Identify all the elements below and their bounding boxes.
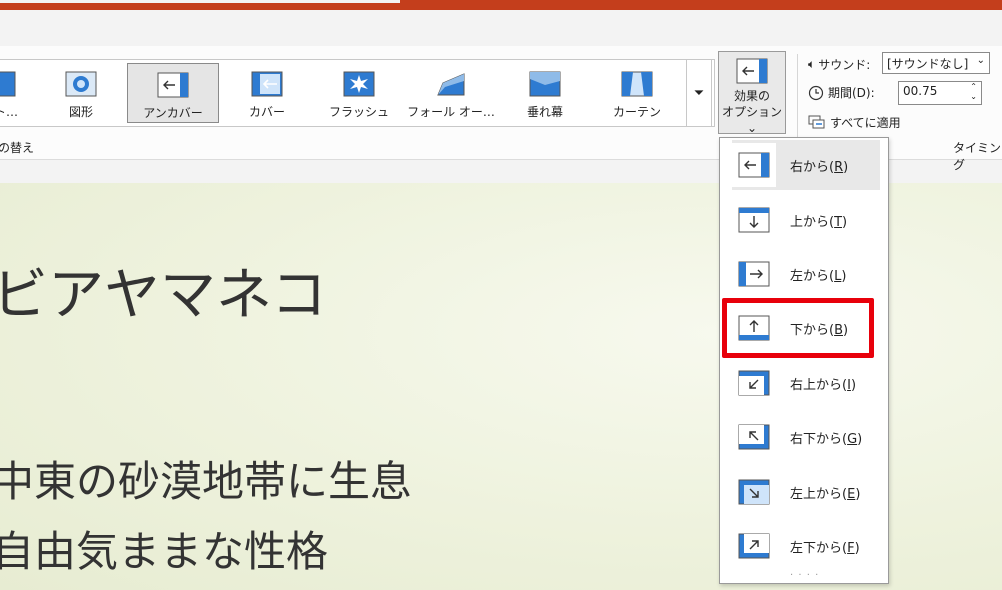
- menu-icon-wrap: [732, 415, 776, 459]
- duration-row: 期間(D):: [808, 84, 875, 101]
- sound-label: サウンド:: [818, 58, 871, 72]
- transition-label: カバー: [248, 105, 285, 119]
- menu-item-from-top[interactable]: 上から(T): [732, 195, 880, 245]
- menu-label-text: 右から: [790, 159, 830, 175]
- menu-label-text: 右下から: [790, 431, 843, 447]
- effect-options-menu: 右から(R) 上から(T) 左から(L) 下から(B) 右上から(I) 右下から…: [719, 137, 889, 584]
- from-bottom-right-icon: [738, 424, 770, 450]
- speaker-icon: 🔈︎: [808, 57, 816, 71]
- from-top-left-icon: [738, 479, 770, 505]
- menu-icon-wrap: [732, 470, 776, 514]
- menu-item-label: 上から(T): [790, 214, 848, 230]
- gallery-more-button[interactable]: ⏷: [686, 59, 712, 127]
- menu-item-label: 左から(L): [790, 268, 847, 284]
- transition-label: カーテン: [612, 105, 661, 119]
- sound-row: 🔈︎ サウンド:: [808, 56, 870, 73]
- menu-icon-wrap: [732, 198, 776, 242]
- group-label-timing: タイミング: [953, 141, 1002, 172]
- menu-item-from-bottom-right[interactable]: 右下から(G): [732, 412, 880, 462]
- clock-icon: [808, 85, 824, 100]
- group-label-transition: の替え: [0, 141, 35, 155]
- effect-options-button[interactable]: 効果の オプション ⌄: [718, 51, 786, 136]
- menu-icon-wrap: [732, 524, 776, 568]
- menu-item-from-top-right[interactable]: 右上から(I): [732, 358, 880, 408]
- from-right-icon: [736, 58, 768, 84]
- sound-select[interactable]: [サウンドなし] ⌄: [882, 52, 990, 74]
- from-top-right-icon: [738, 370, 770, 396]
- sound-select-value: [サウンドなし]: [887, 57, 969, 71]
- from-left-icon: [738, 261, 770, 287]
- transition-item-fall-over[interactable]: フォール オー…: [405, 63, 497, 123]
- menu-label-text: 左から: [790, 268, 830, 284]
- chevron-down-icon: ⌄: [976, 55, 985, 66]
- from-top-icon: [738, 207, 770, 233]
- transition-item-curtains[interactable]: カーテン: [591, 63, 683, 123]
- menu-item-label: 左下から(F): [790, 540, 860, 556]
- menu-access-key: G: [847, 431, 858, 447]
- highlight-box: [722, 298, 874, 358]
- transition-item-shape[interactable]: 図形: [35, 63, 127, 123]
- chevron-down-icon: ⌄: [746, 121, 758, 135]
- title-bar: [0, 0, 1002, 10]
- menu-item-from-left[interactable]: 左から(L): [732, 249, 880, 299]
- apply-all-icon: [808, 115, 825, 128]
- menu-icon-wrap: [732, 361, 776, 405]
- menu-item-label: 左上から(E): [790, 486, 861, 502]
- cover-transition-icon: [251, 71, 283, 97]
- drape-transition-icon: [529, 71, 561, 97]
- from-right-icon: [738, 152, 770, 178]
- slide-title[interactable]: ビアヤマネコ: [0, 250, 327, 331]
- effect-options-label-1: 効果の: [733, 89, 770, 103]
- transition-item-cover[interactable]: カバー: [221, 63, 313, 123]
- menu-icon-wrap: [732, 143, 776, 187]
- transition-item-drape[interactable]: 垂れ幕: [499, 63, 591, 123]
- menu-item-from-right[interactable]: 右から(R): [732, 140, 880, 190]
- menu-item-label: 右上から(I): [790, 377, 857, 393]
- menu-access-key: R: [834, 159, 844, 175]
- menu-item-label: 右から(R): [790, 159, 849, 175]
- slide-bullet[interactable]: 自由気ままな性格: [0, 518, 328, 579]
- effect-options-label-2: オプション ⌄: [719, 104, 785, 136]
- transition-label: 垂れ幕: [526, 105, 563, 119]
- menu-item-label: 右下から(G): [790, 431, 863, 447]
- flash-transition-icon: [343, 71, 375, 97]
- duration-label: 期間(D):: [828, 86, 875, 100]
- duration-spinner[interactable]: 00.75 ⌃ ⌄: [898, 81, 982, 105]
- transition-label: 図形: [68, 105, 93, 119]
- menu-access-key: I: [847, 377, 851, 393]
- menu-item-from-bottom-left[interactable]: 左下から(F): [732, 521, 880, 571]
- resize-grip-icon[interactable]: · · · ·: [790, 570, 819, 581]
- transition-label: フラッシュ: [328, 105, 389, 119]
- transition-label: フォール オー…: [407, 105, 495, 119]
- from-bottom-left-icon: [738, 533, 770, 559]
- menu-label-text: 上から: [790, 214, 830, 230]
- menu-label-text: 左下から: [790, 540, 843, 556]
- title-bar-notch: [0, 0, 400, 3]
- menu-access-key: F: [847, 540, 855, 556]
- transition-label: アンカバー: [143, 106, 203, 120]
- menu-access-key: T: [834, 214, 843, 230]
- duration-value: 00.75: [903, 84, 938, 98]
- curtains-transition-icon: [621, 71, 653, 97]
- transition-item-uncover[interactable]: アンカバー: [127, 63, 219, 123]
- apply-all-row[interactable]: すべてに適用: [808, 114, 901, 131]
- spinner-arrows-icon: ⌃ ⌄: [970, 82, 977, 101]
- uncover-transition-icon: [157, 72, 189, 98]
- effect-options-text: オプション: [721, 105, 782, 119]
- menu-access-key: E: [847, 486, 856, 502]
- menu-icon-wrap: [732, 252, 776, 296]
- fall-over-transition-icon: [437, 73, 465, 96]
- chevron-down-icon: ⏷: [693, 85, 705, 101]
- shape-transition-icon: [65, 71, 97, 97]
- menu-label-text: 右上から: [790, 377, 843, 393]
- menu-label-text: 左上から: [790, 486, 843, 502]
- text-transition-icon: [0, 71, 16, 97]
- transition-item-flash[interactable]: フラッシュ: [313, 63, 405, 123]
- slide-bullet[interactable]: 中東の砂漠地帯に生息: [0, 448, 412, 509]
- apply-all-label: すべてに適用: [830, 116, 901, 130]
- menu-access-key: L: [834, 268, 842, 284]
- menu-item-from-top-left[interactable]: 左上から(E): [732, 467, 880, 517]
